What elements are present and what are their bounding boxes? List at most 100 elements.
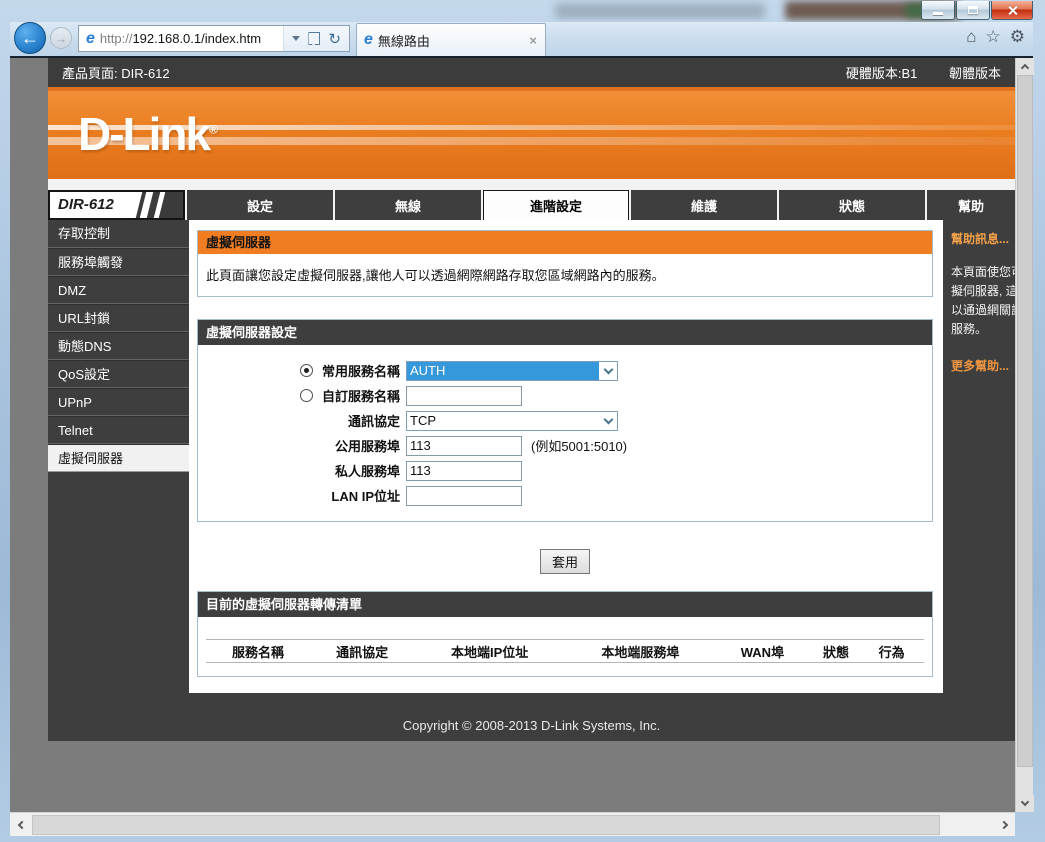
sidebar-item-telnet[interactable]: Telnet <box>48 416 189 444</box>
address-tools: ↻ <box>283 26 349 51</box>
protocol-label: 通訊協定 <box>348 411 400 430</box>
lan-ip-input[interactable] <box>406 486 522 506</box>
col-service-name: 服務名稱 <box>206 642 310 661</box>
close-button[interactable] <box>991 1 1033 20</box>
common-service-select[interactable]: AUTH <box>406 361 618 381</box>
settings-title: 虛擬伺服器設定 <box>198 320 932 345</box>
browser-tab[interactable]: e 無線路由 × <box>356 23 546 56</box>
page-viewport: 產品頁面: DIR-612 硬體版本:B1 韌體版本 D-Link® DIR-6… <box>10 58 1015 812</box>
intro-title: 虛擬伺服器 <box>198 231 932 254</box>
col-action: 行為 <box>863 642 920 661</box>
url-text[interactable]: http://192.168.0.1/index.htm <box>100 31 284 46</box>
col-wan-port: WAN埠 <box>716 642 809 661</box>
common-service-value: AUTH <box>407 362 599 380</box>
sidebar-item-dmz[interactable]: DMZ <box>48 276 189 304</box>
brand-banner: D-Link® <box>48 91 1015 179</box>
custom-service-label: 自訂服務名稱 <box>322 386 400 405</box>
sidebar-item-qos[interactable]: QoS設定 <box>48 360 189 388</box>
hardware-version: 硬體版本:B1 <box>846 66 918 81</box>
form-row-public-port: 公用服務埠 (例如5001:5010) <box>198 433 932 458</box>
sidebar-item-url-block[interactable]: URL封鎖 <box>48 304 189 332</box>
back-button[interactable]: ← <box>14 22 46 54</box>
tab-status[interactable]: 狀態 <box>779 190 925 220</box>
footer: Copyright © 2008-2013 D-Link Systems, In… <box>48 693 1015 741</box>
public-port-input[interactable] <box>406 436 522 456</box>
copyright-text: Copyright © 2008-2013 D-Link Systems, In… <box>403 718 660 733</box>
url-dropdown-icon[interactable] <box>292 36 300 41</box>
scroll-up-button[interactable] <box>1016 58 1034 75</box>
common-service-radio[interactable] <box>300 364 313 377</box>
help-title: 幫助訊息... <box>951 230 1015 247</box>
forwarding-list-title: 目前的虛擬伺服器轉傳清單 <box>198 592 932 617</box>
dlink-logo-text: D-Link <box>78 108 209 160</box>
help-sidebar: 幫助訊息... 本頁面使您可以 擬伺服器, 這樣 以通過網關訪問 服務。 更多幫… <box>941 220 1015 693</box>
sidebar-item-port-trigger[interactable]: 服務埠觸發 <box>48 248 189 276</box>
custom-service-input[interactable] <box>406 386 522 406</box>
chevron-up-icon <box>1021 64 1029 72</box>
custom-service-radio[interactable] <box>300 389 313 402</box>
ie-page-icon: e <box>86 30 95 48</box>
home-icon[interactable]: ⌂ <box>966 27 976 47</box>
tab-maintenance[interactable]: 維護 <box>631 190 777 220</box>
col-local-port: 本地端服務埠 <box>565 642 716 661</box>
minimize-button[interactable] <box>921 1 955 20</box>
help-text-line: 服務。 <box>951 320 1015 339</box>
more-help-link[interactable]: 更多幫助... <box>951 357 1015 374</box>
forward-arrow-icon: → <box>55 31 68 46</box>
horizontal-scrollbar-thumb[interactable] <box>32 815 940 835</box>
chevron-right-icon <box>999 821 1007 829</box>
sidebar-menu: 存取控制 服務埠觸發 DMZ URL封鎖 動態DNS QoS設定 UPnP Te… <box>48 220 189 693</box>
public-port-hint: (例如5001:5010) <box>531 436 627 455</box>
compatibility-view-icon[interactable] <box>308 32 320 45</box>
main-tab-bar: DIR-612 設定 無線 進階設定 維護 狀態 幫助 <box>48 190 1015 220</box>
sidebar-item-upnp[interactable]: UPnP <box>48 388 189 416</box>
close-icon <box>1007 5 1018 16</box>
tab-advanced[interactable]: 進階設定 <box>483 190 629 220</box>
refresh-icon[interactable]: ↻ <box>328 30 341 48</box>
tab-wireless[interactable]: 無線 <box>335 190 481 220</box>
content-area: 虛擬伺服器 此頁面讓您設定虛擬伺服器,讓他人可以透過網際網路存取您區域網路內的服… <box>189 220 941 693</box>
model-name: DIR-612 <box>58 196 114 213</box>
scroll-right-button[interactable] <box>995 813 1015 837</box>
sidebar-item-virtual-server[interactable]: 虛擬伺服器 <box>48 444 189 472</box>
scroll-down-button[interactable] <box>1016 795 1034 812</box>
vertical-scrollbar[interactable] <box>1015 58 1033 812</box>
scroll-left-button[interactable] <box>10 813 30 837</box>
settings-form: 常用服務名稱 AUTH <box>198 345 932 521</box>
horizontal-scrollbar[interactable] <box>10 812 1015 836</box>
private-port-input[interactable] <box>406 461 522 481</box>
common-service-label: 常用服務名稱 <box>322 361 400 380</box>
vertical-scrollbar-thumb[interactable] <box>1017 75 1033 767</box>
router-page: 產品頁面: DIR-612 硬體版本:B1 韌體版本 D-Link® DIR-6… <box>48 58 1015 741</box>
firmware-version: 韌體版本 <box>949 66 1001 81</box>
tab-help[interactable]: 幫助 <box>927 190 1015 220</box>
chevron-down-icon <box>1021 798 1029 806</box>
protocol-value: TCP <box>407 412 599 430</box>
tab-close-icon[interactable]: × <box>529 33 537 48</box>
help-text-line: 以通過網關訪問 <box>951 301 1015 320</box>
back-arrow-icon: ← <box>21 28 39 49</box>
browser-toolbar-icons: ⌂ ☆ ⚙ <box>966 27 1025 47</box>
forward-button[interactable]: → <box>50 27 72 49</box>
settings-gear-icon[interactable]: ⚙ <box>1010 27 1025 47</box>
tab-favicon-icon: e <box>364 31 373 49</box>
favorites-star-icon[interactable]: ☆ <box>986 27 1001 47</box>
select-dropdown-button[interactable] <box>599 419 617 423</box>
maximize-button[interactable] <box>956 1 990 20</box>
chevron-down-icon <box>603 364 613 374</box>
dlink-logo: D-Link® <box>78 107 218 161</box>
apply-button[interactable]: 套用 <box>540 549 590 574</box>
sidebar-item-ddns[interactable]: 動態DNS <box>48 332 189 360</box>
form-row-protocol: 通訊協定 TCP <box>198 408 932 433</box>
registered-mark: ® <box>209 123 218 137</box>
select-dropdown-button[interactable] <box>599 369 617 373</box>
forwarding-list-body: 服務名稱 通訊協定 本地端IP位址 本地端服務埠 WAN埠 狀態 行為 <box>198 617 932 676</box>
product-page-title: 產品頁面: DIR-612 <box>62 63 170 82</box>
public-port-label: 公用服務埠 <box>335 436 400 455</box>
address-bar[interactable]: e http://192.168.0.1/index.htm ↻ <box>78 25 350 52</box>
sidebar-item-access-control[interactable]: 存取控制 <box>48 220 189 248</box>
product-header-bar: 產品頁面: DIR-612 硬體版本:B1 韌體版本 <box>48 58 1015 87</box>
protocol-select[interactable]: TCP <box>406 411 618 431</box>
model-badge: DIR-612 <box>48 190 185 220</box>
tab-setup[interactable]: 設定 <box>187 190 333 220</box>
